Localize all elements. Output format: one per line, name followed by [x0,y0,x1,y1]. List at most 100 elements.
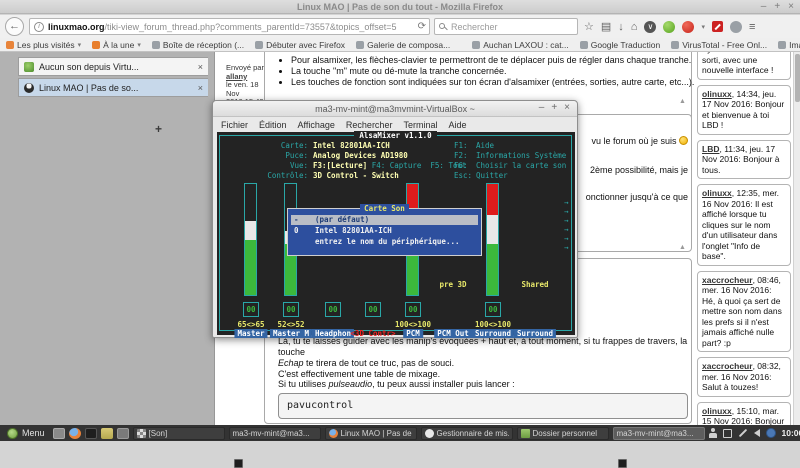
label-3d-control-selected[interactable]: <3D Contr> [347,329,398,338]
bookmark-a-la-une[interactable]: À la une▾ [92,40,141,50]
tab-aucun-son[interactable]: Aucun son depuis Virtu... × [18,57,208,76]
bookmark-most-visited[interactable]: Les plus visités▾ [6,40,81,50]
scroll-top-icon[interactable]: ▲ [679,98,686,105]
pen-tray-icon[interactable] [738,429,746,437]
taskbar-window-terminal-2-active[interactable]: ma3-mv-mint@ma3... [613,427,705,440]
label-pcm-out[interactable]: PCM Out [434,329,472,338]
terminal-titlebar[interactable]: ma3-mv-mint@ma3mvmint-VirtualBox ~ – + × [213,101,577,117]
menu-terminal[interactable]: Terminal [403,120,437,130]
post3-paragraph-2: Si tu utilises pulseaudio, tu peux aussi… [278,379,515,390]
shout-user-link[interactable]: olinuxx [702,406,732,416]
adblock-icon[interactable] [663,21,675,33]
bookmark-inbox[interactable]: Boîte de réception (... [152,40,244,50]
taskbar-window-terminal-1[interactable]: ma3-mv-mint@ma3... [229,427,321,440]
shout-user-link[interactable]: xaccrocheur [702,361,753,371]
reading-list-icon[interactable]: ▤ [601,20,611,33]
shout-post: olinuxx, 14:34, jeu. 17 Nov 2016: Bonjou… [697,85,791,135]
menu-rechercher[interactable]: Rechercher [346,120,393,130]
switch-surround[interactable]: 00 [485,302,501,317]
shout-user-link[interactable]: olinuxx [702,89,732,99]
bookmark-galerie[interactable]: Galerie de composa... [356,40,450,50]
enum-pcm-out: pre 3D [439,280,466,289]
show-desktop-icon[interactable] [53,428,65,439]
menu-edition[interactable]: Édition [259,120,287,130]
scroll-top-icon[interactable]: ▲ [679,244,686,251]
noscript-icon[interactable] [712,21,723,32]
tab-linux-mao[interactable]: Linux MAO | Pas de so... × [18,78,208,97]
label-surround-2[interactable]: Surround [514,329,556,338]
minimize-icon[interactable]: – [761,2,767,12]
label-master[interactable]: Master [234,329,267,338]
maximize-icon[interactable]: + [551,102,557,113]
menu-affichage[interactable]: Affichage [298,120,335,130]
search-input[interactable]: Rechercher [434,18,578,35]
update-manager-tray-icon[interactable] [766,428,776,438]
terminal-menubar: Fichier Édition Affichage Rechercher Ter… [213,117,577,132]
switch-master[interactable]: 00 [243,302,259,317]
tab-close-icon[interactable]: × [198,62,203,72]
switch-headphone[interactable]: 00 [325,302,341,317]
bookmark-google-traduction[interactable]: Google Traduction [580,40,660,50]
label-surround[interactable]: Surround [472,329,514,338]
page-scrollbar[interactable] [793,52,800,425]
home-icon[interactable]: ⌂ [631,21,638,33]
bookmark-virustotal[interactable]: VirusTotal - Free Onl... [671,40,767,50]
tab-close-icon[interactable]: × [198,83,203,93]
shout-post: xaccrocheur, 08:46, mer. 16 Nov 2016: Hé… [697,271,791,353]
vertical-tab-sidebar: Aucun son depuis Virtu... × Linux MAO | … [0,52,215,425]
switch-3d-control[interactable]: 00 [365,302,381,317]
bookmark-star-icon[interactable]: ☆ [584,20,594,33]
volume-tray-icon[interactable] [754,429,760,437]
dialog-item-default[interactable]: -(par défaut) [291,215,478,225]
dialog-item-enter-device[interactable]: entrez le nom du périphérique... [291,237,478,247]
alsamixer-frame: AlsaMixer v1.1.0 Carte: Intel 82801AA-IC… [219,135,572,331]
bookmark-auchan[interactable]: Auchan LAXOU : cat... [472,40,569,50]
bookmark-imagilive[interactable]: ImagiLIVE - Héberg... [778,40,800,50]
label-master-mono[interactable]: Master M [270,329,312,338]
menu-fichier[interactable]: Fichier [221,120,248,130]
firefox-launcher-icon[interactable] [69,428,81,439]
back-button[interactable]: ← [5,17,24,36]
downloads-icon[interactable]: ↓ [618,21,624,33]
switch-master-mono[interactable]: 00 [283,302,299,317]
bookmark-getting-started[interactable]: Débuter avec Firefox [255,40,345,50]
close-icon[interactable]: × [788,2,794,12]
taskbar-window-son[interactable]: [Son] [133,427,225,440]
clipboard-tray-icon[interactable] [723,429,732,438]
screenshot-launcher-icon[interactable] [117,428,129,439]
abp-icon[interactable] [682,21,694,33]
taskbar-window-update-manager[interactable]: Gestionnaire de mis... [421,427,513,440]
shout-user-link[interactable]: LBD [702,144,719,154]
volume-bar-master[interactable] [244,183,257,296]
shout-user-link[interactable]: xaccrocheur [702,275,753,285]
taskbar-window-home-folder[interactable]: Dossier personnel [517,427,609,440]
files-launcher-icon[interactable] [101,428,113,439]
close-icon[interactable]: × [564,102,570,113]
label-pcm[interactable]: PCM [403,329,423,338]
new-tab-button[interactable]: + [155,122,162,136]
pocket-icon[interactable]: ∨ [644,21,656,33]
terminal-icon [234,459,243,468]
dialog-item-intel[interactable]: 0Intel 82801AA-ICH [291,226,478,236]
shout-user-link[interactable]: olinuxx [702,188,732,198]
tab-favicon-tux [24,83,34,93]
mint-menu-button[interactable]: Menu [3,426,49,440]
url-bar[interactable]: i linuxmao.org/tiki-view_forum_thread.ph… [29,18,430,35]
taskbar-window-firefox[interactable]: Linux MAO | Pas de ... [325,427,417,440]
reload-icon[interactable]: ⟳ [415,21,426,32]
clock[interactable]: 10:06 [782,428,800,438]
terminal-launcher-icon[interactable] [85,428,97,439]
page-info-icon[interactable]: i [34,22,44,32]
menu-aide[interactable]: Aide [448,120,466,130]
maximize-icon[interactable]: + [774,2,780,12]
shield-icon [425,429,434,438]
minimize-icon[interactable]: – [539,102,545,113]
hamburger-menu-icon[interactable]: ≡ [749,21,755,33]
bookmarks-toolbar: Les plus visités▾ À la une▾ Boîte de réc… [0,38,800,52]
volume-bar-surround[interactable] [486,183,499,296]
switch-pcm[interactable]: 00 [405,302,421,317]
scrollbar-thumb[interactable] [795,54,800,102]
ghostery-icon[interactable] [730,21,742,33]
abp-caret-icon[interactable]: ▾ [701,23,705,31]
user-applet-icon[interactable] [709,428,717,438]
